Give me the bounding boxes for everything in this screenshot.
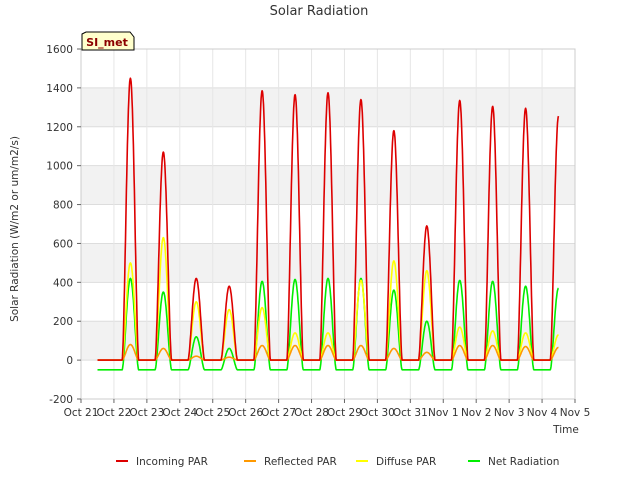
chart-title: Solar Radiation bbox=[270, 4, 369, 19]
x-tick-label: Oct 25 bbox=[195, 407, 230, 419]
y-tick-label: 800 bbox=[53, 200, 73, 212]
legend-label: Net Radiation bbox=[488, 456, 559, 468]
site-badge: SI_met bbox=[81, 31, 135, 51]
x-tick-label: Oct 24 bbox=[162, 407, 197, 419]
y-tick-label: 600 bbox=[53, 238, 73, 250]
y-tick-label: 1200 bbox=[46, 122, 73, 134]
y-tick-label: 400 bbox=[53, 277, 73, 289]
x-tick-label: Nov 5 bbox=[560, 407, 591, 419]
legend-label: Reflected PAR bbox=[264, 456, 337, 468]
y-tick-label: -200 bbox=[49, 394, 73, 406]
background-bands bbox=[81, 87, 575, 361]
y-tick-label: 1000 bbox=[46, 161, 73, 173]
x-tick-label: Oct 27 bbox=[261, 407, 296, 419]
x-tick-label: Oct 31 bbox=[393, 407, 428, 419]
legend: Incoming PAR Reflected PAR Diffuse PAR Net … bbox=[116, 456, 559, 468]
legend-label: Diffuse PAR bbox=[376, 456, 436, 468]
legend-label: Incoming PAR bbox=[136, 456, 208, 468]
x-tick-label: Oct 26 bbox=[228, 407, 263, 419]
x-tick-label: Oct 29 bbox=[327, 407, 362, 419]
x-axis-ticks: Oct 21Oct 22Oct 23Oct 24Oct 25Oct 26Oct … bbox=[64, 399, 591, 419]
x-tick-label: Oct 23 bbox=[129, 407, 164, 419]
x-tick-label: Nov 3 bbox=[494, 407, 525, 419]
badge-label: SI_met bbox=[86, 36, 128, 49]
y-tick-label: 1400 bbox=[46, 83, 73, 95]
y-tick-label: 200 bbox=[53, 316, 73, 328]
x-tick-label: Nov 4 bbox=[527, 407, 558, 419]
x-tick-label: Oct 22 bbox=[97, 407, 132, 419]
band bbox=[81, 165, 575, 205]
x-tick-label: Oct 21 bbox=[64, 407, 99, 419]
band bbox=[81, 243, 575, 283]
x-tick-label: Oct 30 bbox=[360, 407, 395, 419]
y-axis-label: Solar Radiation (W/m2 or um/m2/s) bbox=[9, 136, 21, 322]
y-tick-label: 0 bbox=[66, 355, 73, 367]
solar-radiation-chart: -200 0 200 400 600 800 1000 1200 1400 1600 Oct 21… bbox=[9, 4, 591, 468]
x-tick-label: Oct 28 bbox=[294, 407, 329, 419]
x-tick-label: Nov 2 bbox=[461, 407, 492, 419]
y-tick-label: 1600 bbox=[46, 44, 73, 56]
y-axis-ticks: -200 0 200 400 600 800 1000 1200 1400 1600 bbox=[46, 44, 81, 406]
x-axis-label: Time bbox=[552, 424, 579, 436]
x-tick-label: Nov 1 bbox=[428, 407, 459, 419]
